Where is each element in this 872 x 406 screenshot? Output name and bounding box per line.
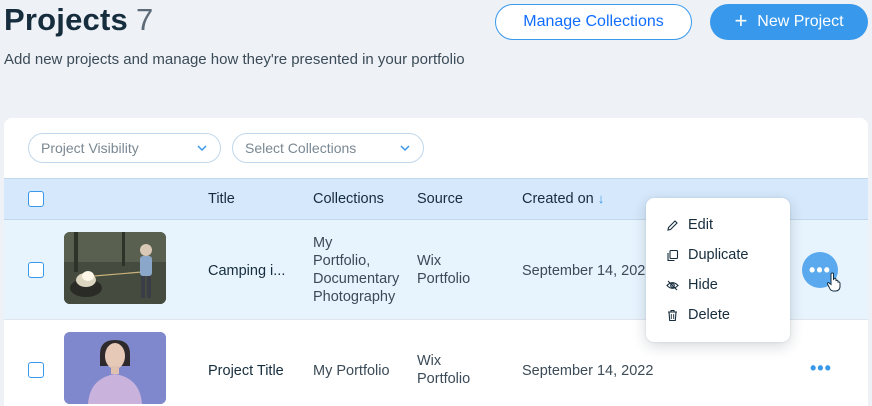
more-actions-button[interactable]: ••• xyxy=(810,358,832,379)
collections-line: Portfolio, xyxy=(313,253,371,269)
select-all-checkbox[interactable] xyxy=(28,191,44,207)
source-line: Wix xyxy=(417,353,442,369)
menu-item-edit[interactable]: Edit xyxy=(646,210,790,240)
row-title[interactable]: Camping i... xyxy=(208,262,285,280)
trash-icon xyxy=(668,309,677,321)
duplicate-icon xyxy=(667,249,679,261)
page-title-text: Projects xyxy=(4,2,128,37)
source-line: Wix xyxy=(417,253,442,269)
eye-slash-icon xyxy=(666,280,679,290)
menu-item-delete[interactable]: Delete xyxy=(646,300,790,330)
new-project-label: New Project xyxy=(757,13,844,30)
arrow-down-icon: ↓ xyxy=(597,191,605,206)
collections-line: Documentary xyxy=(313,271,400,287)
row-collections: My Portfolio xyxy=(313,363,390,379)
row-collections: My Portfolio, Documentary Photography xyxy=(313,234,399,306)
row-title[interactable]: Project Title xyxy=(208,362,284,380)
menu-item-label: Hide xyxy=(688,277,718,293)
project-visibility-placeholder: Project Visibility xyxy=(41,140,139,156)
column-header-source[interactable]: Source xyxy=(417,191,463,207)
source-line: Portfolio xyxy=(417,271,471,287)
row-checkbox[interactable] xyxy=(28,262,44,278)
page-title: Projects 7 xyxy=(4,2,153,38)
manage-collections-button[interactable]: Manage Collections xyxy=(495,4,692,40)
select-collections-placeholder: Select Collections xyxy=(245,140,357,156)
row-created-on: September 14, 2022 xyxy=(522,363,654,379)
source-line: Portfolio xyxy=(417,371,471,387)
hand-cursor-icon xyxy=(826,272,841,292)
project-thumbnail xyxy=(64,232,166,304)
new-project-button[interactable]: + New Project xyxy=(710,4,868,40)
page-subtitle: Add new projects and manage how they're … xyxy=(4,51,465,68)
collections-line: Photography xyxy=(313,289,396,305)
created-on-label: Created on xyxy=(522,191,594,207)
plus-icon: + xyxy=(734,8,748,33)
row-source: Wix Portfolio xyxy=(417,252,470,288)
camping-photo xyxy=(64,232,166,304)
collections-line: My xyxy=(313,235,333,251)
menu-item-label: Edit xyxy=(688,217,713,233)
menu-item-duplicate[interactable]: Duplicate xyxy=(646,240,790,270)
column-header-created-on[interactable]: Created on ↓ xyxy=(522,191,604,207)
chevron-down-icon xyxy=(197,145,207,152)
column-header-title[interactable]: Title xyxy=(208,191,235,207)
row-created-on: September 14, 2022 xyxy=(522,263,654,279)
chevron-down-icon xyxy=(400,145,410,152)
project-count: 7 xyxy=(135,2,154,37)
row-actions-menu: Edit Duplicate Hide Delete xyxy=(646,198,790,342)
portrait-photo xyxy=(64,332,166,404)
pencil-icon xyxy=(667,219,678,231)
project-visibility-dropdown[interactable]: Project Visibility xyxy=(28,133,221,163)
menu-item-label: Delete xyxy=(688,307,730,323)
row-checkbox[interactable] xyxy=(28,362,44,378)
select-collections-dropdown[interactable]: Select Collections xyxy=(232,133,424,163)
menu-item-label: Duplicate xyxy=(688,247,749,263)
row-source: Wix Portfolio xyxy=(417,352,470,388)
project-thumbnail xyxy=(64,332,166,404)
column-header-collections[interactable]: Collections xyxy=(313,191,384,207)
menu-item-hide[interactable]: Hide xyxy=(646,270,790,300)
